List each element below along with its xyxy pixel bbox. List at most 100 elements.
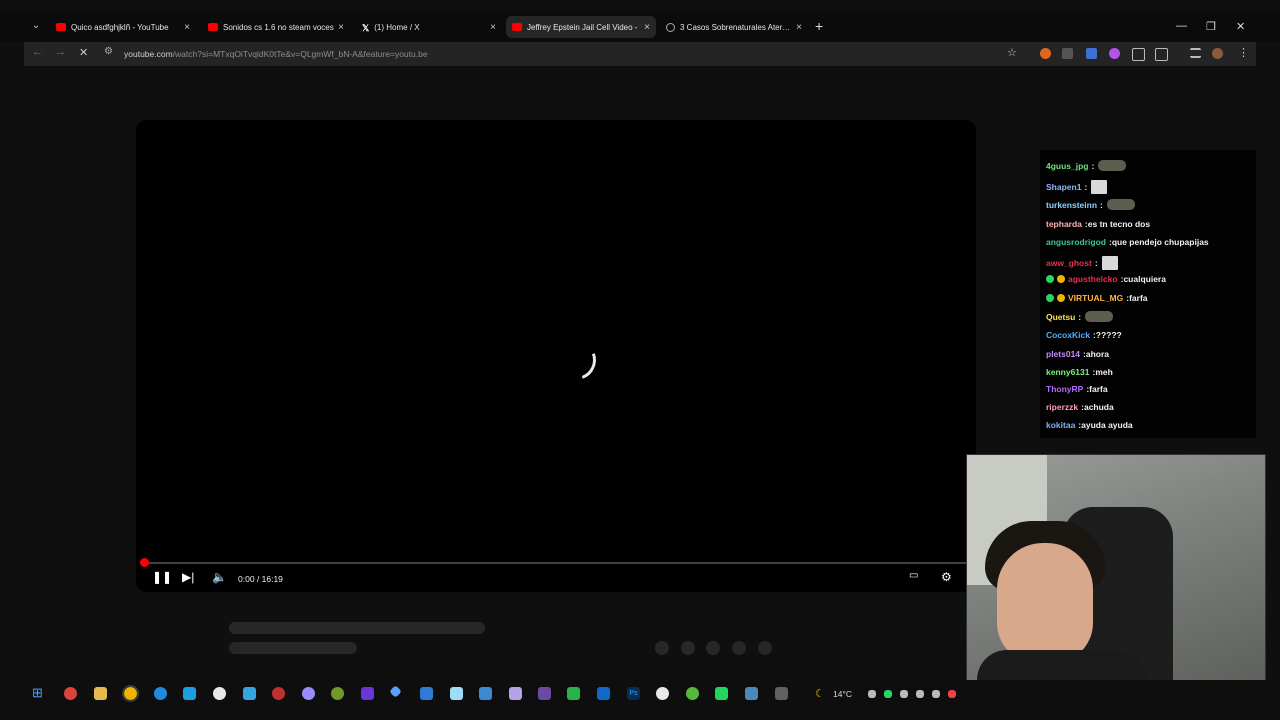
scrubber-knob[interactable] bbox=[140, 558, 149, 567]
app-icon[interactable] bbox=[538, 687, 551, 700]
tray-icon[interactable] bbox=[916, 690, 924, 698]
tray-icon[interactable] bbox=[948, 690, 956, 698]
telegram-icon[interactable] bbox=[183, 687, 196, 700]
back-arrow-icon[interactable]: ← bbox=[32, 46, 43, 58]
file-explorer-icon[interactable] bbox=[94, 687, 107, 700]
time-display: 0:00 / 16:19 bbox=[238, 574, 283, 584]
pause-icon[interactable]: ❚❚ bbox=[152, 570, 172, 584]
chat-text: ahora bbox=[1085, 349, 1110, 359]
extension-icon[interactable] bbox=[1086, 48, 1097, 59]
chat-message: turkensteinn: bbox=[1046, 199, 1135, 210]
turtle-emote-icon bbox=[1098, 160, 1127, 171]
new-tab-button[interactable]: + bbox=[815, 18, 823, 34]
chrome-icon[interactable] bbox=[122, 685, 139, 702]
app-icon[interactable] bbox=[686, 687, 699, 700]
app-icon[interactable] bbox=[656, 687, 669, 700]
app-icon[interactable] bbox=[450, 687, 463, 700]
app-icon[interactable] bbox=[479, 687, 492, 700]
app-icon[interactable] bbox=[420, 687, 433, 700]
extension-icon[interactable] bbox=[1062, 48, 1073, 59]
tray-icon[interactable] bbox=[900, 690, 908, 698]
forward-arrow-icon[interactable]: → bbox=[55, 46, 66, 58]
windows-start-icon[interactable]: ⊞ bbox=[32, 685, 45, 700]
chat-username[interactable]: CocoxKick bbox=[1046, 330, 1090, 340]
app-icon[interactable] bbox=[243, 687, 256, 700]
kick-icon[interactable] bbox=[715, 687, 728, 700]
url-text[interactable]: youtube.com/watch?si=MTxqOiTvqldK0tTe&v=… bbox=[124, 49, 428, 59]
chat-username[interactable]: riperzzk bbox=[1046, 402, 1078, 412]
address-bar[interactable]: youtube.com/watch?si=MTxqOiTvqldK0tTe&v=… bbox=[122, 44, 1002, 64]
extension-icon[interactable] bbox=[1132, 48, 1145, 61]
tab-close-icon[interactable]: × bbox=[796, 22, 802, 33]
tab-close-icon[interactable]: × bbox=[338, 22, 344, 33]
tab-close-icon[interactable]: × bbox=[490, 22, 496, 33]
app-icon[interactable] bbox=[775, 687, 788, 700]
volume-icon[interactable]: 🔈 bbox=[212, 570, 227, 584]
streamer-face bbox=[997, 543, 1093, 663]
tab-close-icon[interactable]: × bbox=[644, 22, 650, 33]
stop-loading-icon[interactable]: ✕ bbox=[79, 46, 88, 59]
app-icon[interactable] bbox=[509, 687, 522, 700]
extension-icon[interactable] bbox=[1109, 48, 1120, 59]
app-icon[interactable] bbox=[213, 687, 226, 700]
weather-moon-icon[interactable]: ☾ bbox=[815, 687, 828, 700]
app-icon[interactable] bbox=[597, 687, 610, 700]
restore-icon[interactable]: ❐ bbox=[1206, 20, 1216, 33]
progress-bar[interactable] bbox=[140, 558, 968, 567]
chat-username[interactable]: kokitaa bbox=[1046, 420, 1075, 430]
settings-gear-icon[interactable]: ⚙ bbox=[941, 570, 952, 584]
chat-message: angusrodrigod: que pendejo chupapijas bbox=[1046, 237, 1209, 247]
tray-icon[interactable] bbox=[868, 690, 876, 698]
app-icon[interactable] bbox=[331, 687, 344, 700]
edge-icon[interactable] bbox=[154, 687, 167, 700]
tab-quico[interactable]: Quico asdfghjklñ - YouTube × bbox=[50, 16, 196, 38]
tab-search-chevron-icon[interactable]: ⌄ bbox=[28, 18, 44, 34]
bookmark-star-icon[interactable]: ☆ bbox=[1007, 46, 1017, 59]
app-icon[interactable] bbox=[302, 687, 315, 700]
chat-separator: : bbox=[1084, 182, 1088, 192]
video-player[interactable]: ❚❚ ▶| 🔈 0:00 / 16:19 ▭ ⚙ bbox=[136, 120, 976, 592]
chat-username[interactable]: angusrodrigod bbox=[1046, 237, 1106, 247]
next-video-icon[interactable]: ▶| bbox=[182, 570, 194, 584]
weather-temperature[interactable]: 14°C bbox=[833, 689, 852, 699]
profile-avatar-icon[interactable] bbox=[1212, 48, 1223, 59]
extensions-puzzle-icon[interactable] bbox=[1155, 48, 1168, 61]
chat-username[interactable]: tepharda bbox=[1046, 219, 1082, 229]
app-icon[interactable] bbox=[745, 687, 758, 700]
chat-username[interactable]: Quetsu bbox=[1046, 312, 1075, 322]
chat-message: agusthelcko: cualquiera bbox=[1046, 274, 1166, 284]
tab-epstein-video[interactable]: Jeffrey Epstein Jail Cell Video - × bbox=[506, 16, 656, 38]
browser-menu-icon[interactable]: ⋮ bbox=[1238, 46, 1249, 59]
tab-close-icon[interactable]: × bbox=[184, 22, 190, 33]
turtle-emote-icon bbox=[1106, 199, 1135, 210]
subtitles-icon[interactable]: ▭ bbox=[909, 570, 918, 581]
chat-text: achuda bbox=[1083, 402, 1114, 412]
app-icon[interactable] bbox=[389, 685, 402, 698]
chat-username[interactable]: turkensteinn bbox=[1046, 200, 1097, 210]
chat-username[interactable]: 4guus_jpg bbox=[1046, 161, 1089, 171]
site-info-icon[interactable]: ⚙ bbox=[104, 46, 113, 57]
tab-casos-sobrenaturales[interactable]: 3 Casos Sobrenaturales Aterrad × bbox=[660, 16, 808, 38]
minimize-icon[interactable]: — bbox=[1176, 20, 1187, 32]
tab-x-home[interactable]: 𝕏 (1) Home / X × bbox=[356, 16, 502, 38]
extension-icon[interactable] bbox=[1040, 48, 1051, 59]
app-icon[interactable] bbox=[64, 687, 77, 700]
app-icon[interactable] bbox=[361, 687, 374, 700]
chat-username[interactable]: ThonyRP bbox=[1046, 384, 1083, 394]
chat-username[interactable]: Shapen1 bbox=[1046, 182, 1081, 192]
close-window-icon[interactable]: ✕ bbox=[1236, 20, 1245, 33]
minecraft-icon[interactable] bbox=[567, 687, 580, 700]
chat-username[interactable]: aww_ghost bbox=[1046, 258, 1092, 268]
tray-icon[interactable] bbox=[932, 690, 940, 698]
chat-message: tepharda: es tn tecno dos bbox=[1046, 219, 1150, 229]
chat-username[interactable]: plets014 bbox=[1046, 349, 1080, 359]
tab-sonidos[interactable]: Sonidos cs 1.6 no steam voces × bbox=[202, 16, 350, 38]
youtube-icon bbox=[512, 23, 522, 31]
chat-username[interactable]: agusthelcko bbox=[1068, 274, 1118, 284]
photoshop-icon[interactable]: Ps bbox=[627, 687, 640, 700]
app-icon[interactable] bbox=[272, 687, 285, 700]
media-control-icon[interactable] bbox=[1190, 48, 1201, 58]
chat-username[interactable]: VIRTUAL_MG bbox=[1068, 293, 1123, 303]
tray-icon[interactable] bbox=[884, 690, 892, 698]
chat-username[interactable]: kenny6131 bbox=[1046, 367, 1089, 377]
